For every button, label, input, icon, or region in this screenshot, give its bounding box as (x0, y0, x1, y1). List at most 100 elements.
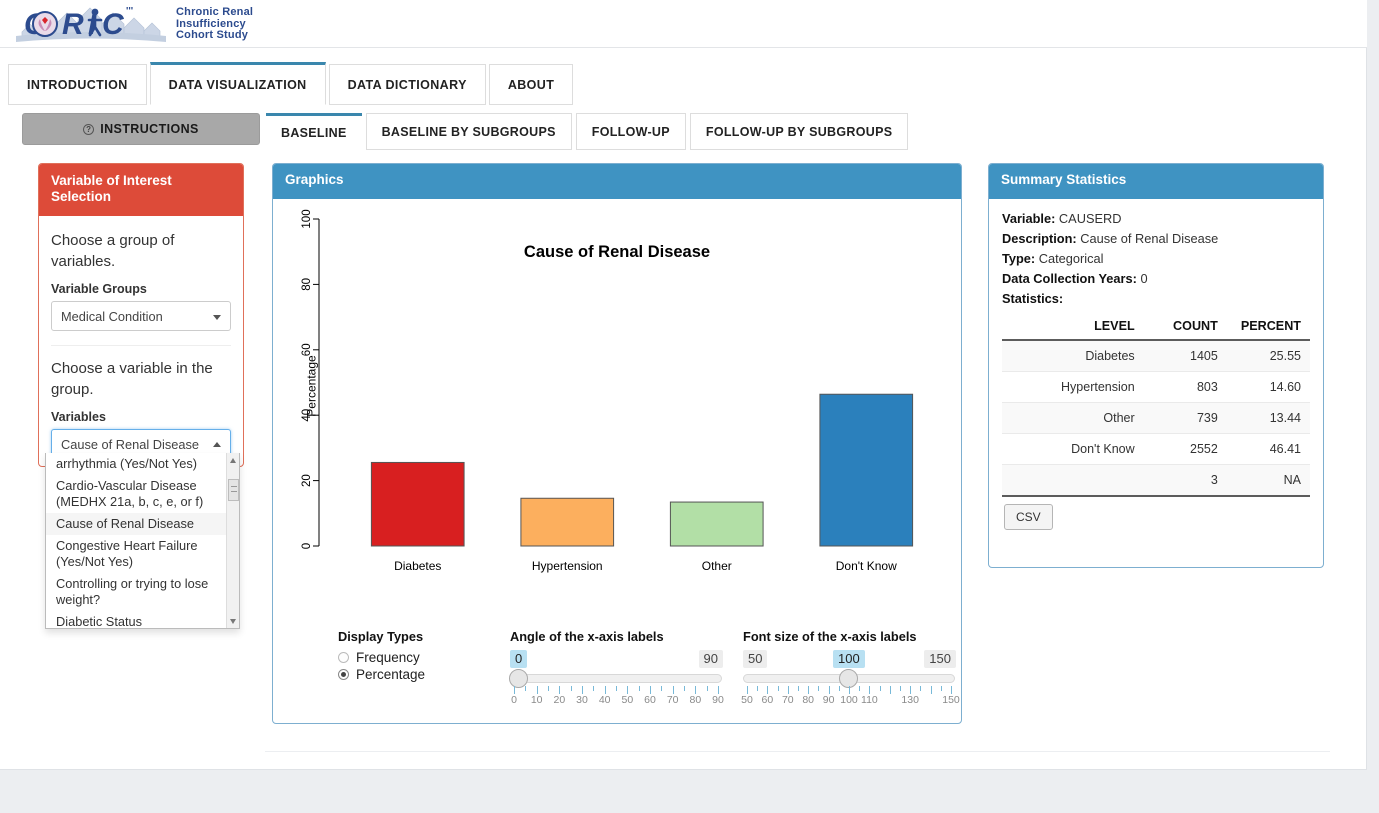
slider-tick (941, 686, 942, 691)
footer-divider (265, 751, 1330, 752)
dropdown-option-diabetic-status[interactable]: Diabetic Status (46, 611, 240, 629)
subtab-follow-up-by-subgroups[interactable]: FOLLOW-UP BY SUBGROUPS (690, 113, 908, 150)
slider-tick (605, 686, 606, 694)
instructions-button[interactable]: ? INSTRUCTIONS (22, 113, 260, 145)
cell-level: Other (1002, 403, 1144, 434)
variables-dropdown-list[interactable]: arrhythmia (Yes/Not Yes) Cardio-Vascular… (45, 453, 240, 629)
dropdown-option-controlling-weight[interactable]: Controlling or trying to lose weight? (46, 573, 240, 611)
svg-text:Don't Know: Don't Know (836, 559, 897, 573)
radio-frequency[interactable]: Frequency (338, 650, 498, 665)
chart-title: Cause of Renal Disease (273, 243, 961, 262)
slider-tick (798, 686, 799, 691)
dropdown-option-cardio-vascular-disease[interactable]: Cardio-Vascular Disease (MEDHX 21a, b, c… (46, 475, 240, 513)
slider-tick (537, 686, 538, 694)
slider-tick-label: 70 (662, 694, 684, 706)
slider-tick (571, 686, 572, 691)
radio-percentage[interactable]: Percentage (338, 667, 498, 682)
slider-tick-label: 50 (616, 694, 638, 706)
statistics-table: LEVEL COUNT PERCENT Diabetes140525.55Hyp… (1002, 315, 1310, 497)
tab-about[interactable]: ABOUT (489, 64, 573, 105)
slider-tick (650, 686, 651, 694)
chevron-down-icon (213, 315, 221, 320)
svg-text:60: 60 (301, 343, 313, 356)
slider-tick (548, 686, 549, 691)
scroll-up-icon[interactable] (230, 458, 236, 463)
summary-variable-line: Variable: CAUSERD (1002, 209, 1310, 229)
table-row: Hypertension80314.60 (1002, 372, 1310, 403)
slider-tick (747, 686, 748, 694)
column-percent: PERCENT (1227, 315, 1310, 340)
slider-tick-label: 90 (818, 694, 840, 706)
summary-type-value: Categorical (1039, 251, 1104, 266)
variable-panel-body: Choose a group of variables. Variable Gr… (39, 216, 243, 459)
cell-percent: 25.55 (1227, 340, 1310, 372)
table-row: Other73913.44 (1002, 403, 1310, 434)
slider-tick (559, 686, 560, 694)
tab-data-dictionary[interactable]: DATA DICTIONARY (329, 64, 486, 105)
cell-level: Don't Know (1002, 434, 1144, 465)
subtab-follow-up[interactable]: FOLLOW-UP (576, 113, 686, 150)
slider-tick-label: 60 (639, 694, 661, 706)
slider-tick-label: 10 (526, 694, 548, 706)
angle-slider-tick-labels: 0102030405060708090 (510, 694, 726, 708)
cell-percent: 13.44 (1227, 403, 1310, 434)
radio-frequency-label: Frequency (356, 650, 420, 665)
tab-introduction[interactable]: INTRODUCTION (8, 64, 147, 105)
cell-count: 2552 (1144, 434, 1227, 465)
cric-logo[interactable]: C R I C ''' Chronic Renal (16, 2, 316, 46)
cell-count: 1405 (1144, 340, 1227, 372)
summary-statistics-label: Statistics: (1002, 291, 1063, 306)
summary-panel-title: Summary Statistics (989, 164, 1323, 199)
cric-logo-icon: C R I C ''' (16, 2, 166, 44)
slider-tick (829, 686, 830, 694)
slider-tick (661, 686, 662, 691)
chart-ylabel: Percentage (305, 355, 319, 416)
tab-data-visualization[interactable]: DATA VISUALIZATION (150, 62, 326, 105)
radio-percentage-icon[interactable] (338, 669, 349, 680)
svg-text:''': ''' (126, 6, 133, 17)
scroll-down-icon[interactable] (230, 619, 236, 624)
graphics-panel-title: Graphics (273, 164, 961, 199)
summary-statistics-panel: Summary Statistics Variable: CAUSERD Des… (988, 163, 1324, 568)
cell-count: 3 (1144, 465, 1227, 497)
variable-groups-select[interactable]: Medical Condition (51, 301, 231, 331)
svg-text:0: 0 (301, 543, 313, 549)
variables-label: Variables (51, 410, 231, 424)
sub-tab-bar: BASELINE BASELINE BY SUBGROUPS FOLLOW-UP… (266, 113, 912, 151)
fontsize-slider-group: Font size of the x-axis labels 50 100 15… (743, 629, 963, 650)
cell-percent: 14.60 (1227, 372, 1310, 403)
dropdown-option-arrhythmia[interactable]: arrhythmia (Yes/Not Yes) (46, 453, 240, 475)
slider-tick (627, 686, 628, 694)
cell-level: Hypertension (1002, 372, 1144, 403)
slider-tick-label: 70 (777, 694, 799, 706)
logo-line-3: Cohort Study (176, 30, 253, 42)
dropdown-option-cause-of-renal-disease[interactable]: Cause of Renal Disease (46, 513, 240, 535)
slider-tick (616, 686, 617, 691)
slider-tick (869, 686, 870, 694)
slider-tick (788, 686, 789, 694)
angle-slider-value: 0 (510, 650, 527, 668)
summary-years-line: Data Collection Years: 0 (1002, 269, 1310, 289)
slider-tick (890, 686, 891, 694)
logo-line-1: Chronic Renal (176, 7, 253, 19)
scrollbar-thumb[interactable] (228, 479, 239, 501)
slider-tick-label: 150 (940, 694, 962, 706)
app-page: C R I C ''' Chronic Renal (0, 0, 1379, 813)
dropdown-scrollbar[interactable] (226, 453, 239, 629)
slider-tick-label: 90 (707, 694, 729, 706)
display-types-label: Display Types (338, 629, 498, 644)
angle-slider-track[interactable] (510, 674, 722, 683)
variable-panel-title: Variable of Interest Selection (39, 164, 243, 216)
subtab-baseline-by-subgroups[interactable]: BASELINE BY SUBGROUPS (366, 113, 572, 150)
summary-panel-body: Variable: CAUSERD Description: Cause of … (989, 199, 1323, 530)
fontsize-slider-tick-labels: 5060708090100110130150 (743, 694, 959, 708)
radio-frequency-icon[interactable] (338, 652, 349, 663)
fontsize-slider-label: Font size of the x-axis labels (743, 629, 963, 644)
slider-tick (839, 686, 840, 691)
dropdown-option-congestive-heart-failure[interactable]: Congestive Heart Failure (Yes/Not Yes) (46, 535, 240, 573)
subtab-baseline[interactable]: BASELINE (266, 113, 362, 150)
csv-download-button[interactable]: CSV (1004, 504, 1053, 530)
svg-text:Other: Other (702, 559, 732, 573)
cell-count: 803 (1144, 372, 1227, 403)
slider-tick-label: 100 (838, 694, 860, 706)
